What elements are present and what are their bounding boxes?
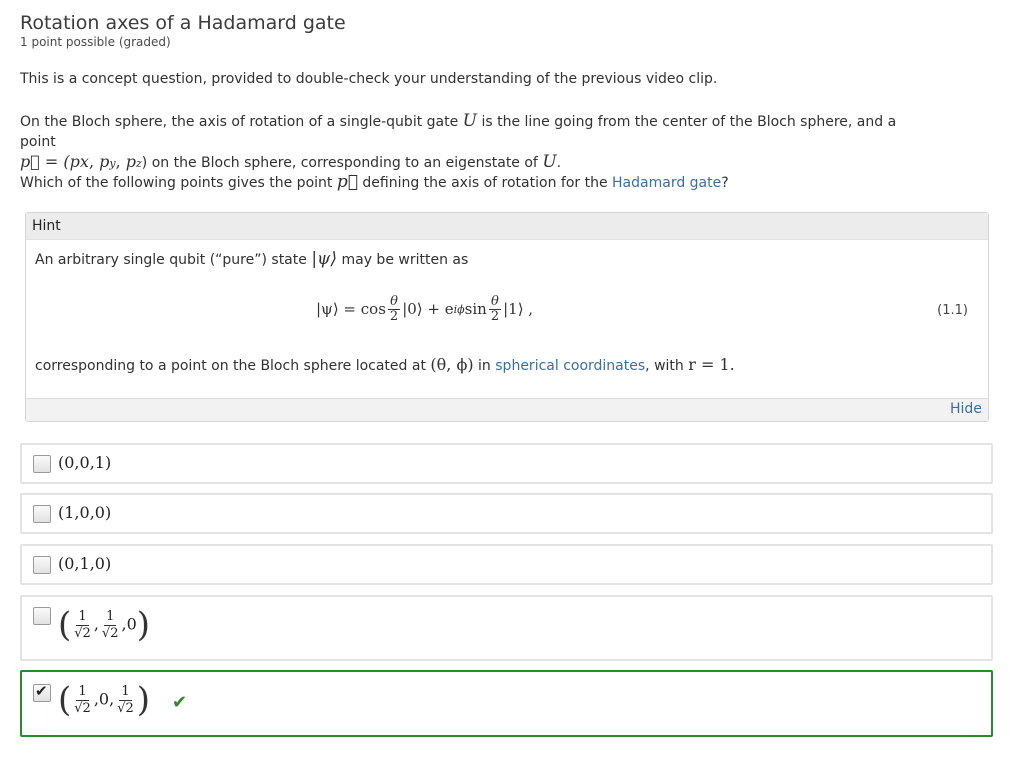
choice-option[interactable]: (0,1,0) [20, 544, 993, 585]
vector-p: p⃗ = (px, py, pz [20, 152, 142, 171]
choice-label: (0,1,0) [58, 554, 112, 573]
checkbox-checked[interactable]: ✔ [33, 682, 51, 702]
correct-check-icon: ✔ [172, 692, 188, 713]
choice-label: (1,0,0) [58, 503, 112, 522]
equation-number: (1.1) [937, 303, 968, 318]
choice-label: (0,0,1) [58, 453, 112, 472]
hint-footer [26, 398, 988, 421]
problem-title: Rotation axes of a Hadamard gate [20, 11, 346, 34]
question-text: Which of the following points gives the … [20, 172, 729, 192]
checkbox[interactable] [33, 556, 51, 574]
checkmark-icon: ✔ [35, 682, 48, 700]
intro-text: This is a concept question, provided to … [20, 71, 718, 87]
choice-option[interactable]: (0,0,1) [20, 443, 993, 484]
hint-panel: Hint An arbitrary single qubit (“pure”) … [25, 212, 989, 422]
choice-option[interactable]: (1 √2, 1 √2,0) [20, 595, 993, 661]
hint-heading: Hint [26, 213, 988, 240]
spherical-coordinates-link[interactable]: spherical coordinates [495, 358, 645, 374]
choice-option-correct[interactable]: ✔ (1 √2,0, 1 √2) ✔ [20, 670, 993, 737]
problem-description: On the Bloch sphere, the axis of rotatio… [20, 111, 897, 172]
checkbox[interactable] [33, 505, 51, 523]
choice-label: (1 √2,0, 1 √2) [58, 680, 151, 720]
hadamard-gate-link[interactable]: Hadamard gate [612, 175, 721, 191]
checkbox[interactable] [33, 607, 51, 625]
hint-text: An arbitrary single qubit (“pure”) state… [35, 249, 469, 269]
state-equation: |ψ⟩ = cos θ2 |0⟩ + e iϕ sin θ2 |1⟩ , [316, 293, 534, 324]
hint-text-coords: corresponding to a point on the Bloch sp… [35, 355, 735, 374]
points-possible: 1 point possible (graded) [20, 35, 171, 49]
choice-label: (1 √2, 1 √2,0) [58, 605, 151, 645]
checkbox[interactable] [33, 455, 51, 473]
choice-option[interactable]: (1,0,0) [20, 493, 993, 534]
hide-hint-link[interactable]: Hide [950, 401, 982, 417]
